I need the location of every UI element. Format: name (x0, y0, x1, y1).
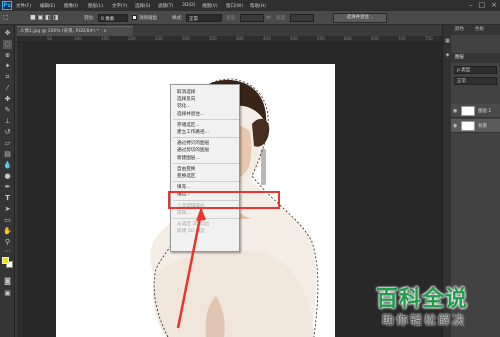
shape-tool-icon[interactable]: ▭ (3, 216, 12, 225)
blend-mode-select[interactable]: 正常 (454, 77, 497, 85)
layer-name: 图层 1 (478, 109, 492, 114)
path-selection-icon[interactable]: ➤ (3, 205, 12, 214)
brush-tool-icon[interactable]: ✎ (3, 106, 12, 115)
watermark-subtitle: 助你轻松解决 (382, 313, 467, 327)
document-tab[interactable]: 人像1.jpg @ 100% (背景, RGB/8#) * × (17, 26, 133, 36)
photoshop-logo: Ps (2, 1, 12, 10)
ruler-tick-label: 550 (317, 36, 325, 41)
antialias-label: 消除锯齿 (139, 16, 157, 21)
minimize-button[interactable]: – (469, 1, 473, 9)
visibility-eye-icon[interactable]: ◉ (453, 108, 457, 114)
move-tool-icon[interactable]: ✥ (3, 29, 12, 38)
visibility-eye-icon[interactable]: ◉ (453, 123, 457, 129)
tab-layers[interactable]: 图层 (453, 53, 466, 63)
screen-mode-icon[interactable]: ▣ (3, 289, 12, 298)
style-label: 样式: (172, 16, 183, 21)
ruler-tick-label: 650 (371, 36, 379, 41)
menu-item[interactable]: 图像(I) (64, 3, 78, 9)
ruler-tick-label: 150 (101, 36, 109, 41)
ruler-tick-label: 300 (182, 36, 190, 41)
ruler-tick-label: 400 (236, 36, 244, 41)
feather-value: 0 像素 (101, 17, 115, 22)
menu-item[interactable]: 图层(L) (88, 3, 103, 9)
hand-tool-icon[interactable]: ✋ (3, 227, 12, 236)
layer-filter-label: ρ 类型 (457, 68, 471, 73)
blend-mode-value: 正常 (457, 79, 466, 84)
eraser-tool-icon[interactable]: ▱ (3, 139, 12, 148)
layer-name: 背景 (478, 124, 487, 129)
healing-brush-icon[interactable]: ✚ (3, 95, 12, 104)
menu-item[interactable]: 3D(D) (182, 3, 195, 8)
ruler-tick-label: 350 (209, 36, 217, 41)
tab-color[interactable]: 颜色 (453, 25, 466, 35)
ruler-horizontal: 50 100 150 200 250 300 350 400 450 500 550 600 650 70… (17, 36, 442, 43)
more-tools-icon[interactable]: ⋯ (3, 247, 12, 256)
menu-item[interactable]: 文字(Y) (112, 3, 127, 9)
watermark: 百科全说 助你轻松解决 (376, 281, 494, 333)
height-label: 高度: (276, 16, 287, 21)
dodge-tool-icon[interactable]: ● (3, 172, 12, 181)
stamp-tool-icon[interactable]: ⊥ (3, 117, 12, 126)
selection-mode-icons[interactable]: ■ ▣ ◧ ◨ (30, 14, 58, 21)
pen-tool-icon[interactable]: ✒ (3, 183, 12, 192)
type-tool-icon[interactable]: T (3, 194, 12, 203)
feather-label: 羽化: (84, 16, 95, 21)
document-tab-title: 人像1.jpg @ 100% (背景, RGB/8#) * (20, 29, 99, 34)
layer-thumbnail (461, 121, 475, 131)
width-label: 宽度: (226, 16, 237, 21)
close-tab-icon[interactable]: × (103, 29, 107, 34)
ruler-tick-label: 750 (425, 36, 433, 41)
foreground-color-swatch[interactable] (2, 257, 9, 264)
style-select[interactable]: 正常 (186, 14, 222, 22)
lasso-tool-icon[interactable]: ⱷ (3, 51, 12, 60)
menu-item[interactable]: 帮助(H) (250, 3, 266, 9)
menu-bar: Ps 文件(F) 编辑(E) 图像(I) 图层(L) 文字(Y) 选择(S) 滤镜(T) 3D… (0, 0, 500, 11)
options-bar: ⬚ ■ ▣ ◧ ◨ 羽化: 0 像素 消除锯齿 样式: 正常 宽度: ⇄ 高度:… (0, 11, 500, 25)
eyedropper-tool-icon[interactable]: ⁄ (3, 84, 12, 93)
layer-filter-select[interactable]: ρ 类型 (454, 66, 497, 74)
blur-tool-icon[interactable]: 💧 (3, 161, 12, 170)
quick-mask-icon[interactable]: ◙ (3, 277, 12, 286)
layer-thumbnail (461, 106, 475, 116)
ruler-tick-label: 50 (47, 36, 53, 41)
ruler-tick-label: 700 (398, 36, 406, 41)
layer-row[interactable]: ◉ 图层 1 (451, 104, 500, 118)
menu-item[interactable]: 窗口(W) (226, 3, 243, 9)
ruler-tick-label: 450 (263, 36, 271, 41)
marquee-tool-icon[interactable]: ◌ (3, 40, 12, 49)
height-input[interactable] (290, 14, 314, 22)
layers-panel-tabs: 图层 (451, 53, 500, 63)
menu-item[interactable]: 视图(V) (202, 3, 218, 9)
ruler-tick-label: 500 (290, 36, 298, 41)
color-panel-tabs: 颜色 色板 (451, 25, 500, 35)
history-brush-icon[interactable]: ↺ (3, 128, 12, 137)
ruler-tick-label: 600 (344, 36, 352, 41)
ruler-tick-label: 250 (155, 36, 163, 41)
magic-wand-tool-icon[interactable]: ✦ (3, 62, 12, 71)
tools-panel: ✥ ◌ ⱷ ✦ ⌗ ⁄ ✚ ✎ ⊥ ↺ ▱ ▤ 💧 ● ✒ T ➤ ▭ ✋ ⚲ … (0, 25, 15, 337)
feather-input[interactable]: 0 像素 (98, 14, 128, 22)
width-input[interactable] (240, 14, 264, 22)
select-and-mask-button[interactable]: 选择并遮住... (333, 13, 387, 23)
menu-item[interactable]: 滤镜(T) (158, 3, 173, 9)
menu-item[interactable]: 编辑(E) (40, 3, 55, 9)
layer-row[interactable]: ◉ 背景 (451, 119, 500, 133)
close-button[interactable]: × (491, 1, 497, 9)
gradient-tool-icon[interactable]: ▤ (3, 150, 12, 159)
stroke-highlight-box (168, 191, 280, 209)
watermark-title: 百科全说 (376, 287, 469, 312)
menu-item[interactable]: 文件(F) (16, 3, 31, 9)
ruler-tick-label: 200 (128, 36, 136, 41)
swap-icon[interactable]: ⇄ (266, 14, 271, 21)
crop-tool-icon[interactable]: ⌗ (3, 73, 12, 82)
ruler-tick-label: 100 (74, 36, 82, 41)
maximize-button[interactable]: □ (479, 1, 486, 9)
marquee-tool-icon[interactable]: ⬚ (3, 14, 9, 21)
style-value: 正常 (189, 17, 198, 22)
tab-swatches[interactable]: 色板 (473, 25, 486, 35)
menu-item[interactable]: 选择(S) (135, 3, 150, 9)
antialias-checkbox[interactable] (132, 15, 137, 20)
zoom-tool-icon[interactable]: ⚲ (3, 238, 12, 247)
window-controls: – □ × (469, 1, 497, 9)
